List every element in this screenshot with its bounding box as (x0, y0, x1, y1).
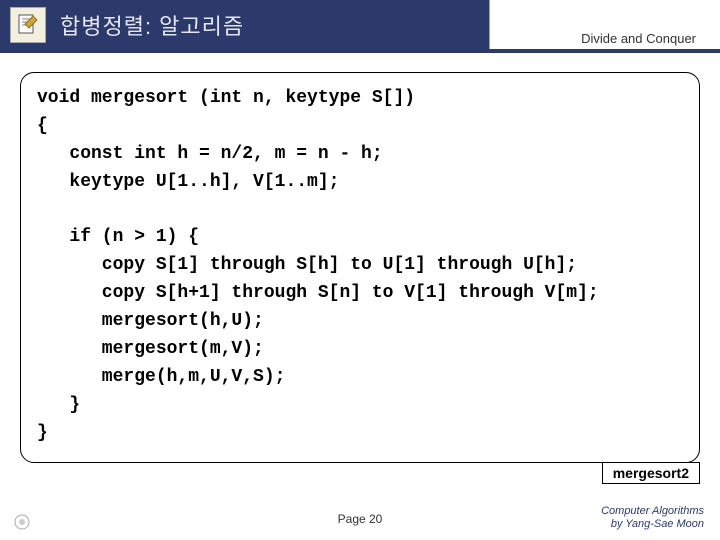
algorithm-tag: mergesort2 (602, 462, 700, 484)
page-number: Page 20 (338, 512, 383, 526)
slide-header: 합병정렬: 알고리즘 Divide and Conquer (0, 0, 720, 50)
credits: Computer Algorithms by Yang-Sae Moon (601, 505, 704, 533)
slide-title: 합병정렬: 알고리즘 (60, 9, 244, 41)
slide-subtitle: Divide and Conquer (581, 31, 696, 46)
credits-line-1: Computer Algorithms (601, 505, 704, 519)
slide-footer: Page 20 Computer Algorithms by Yang-Sae … (0, 498, 720, 534)
credits-line-2: by Yang-Sae Moon (601, 518, 704, 532)
university-logo (14, 514, 34, 530)
notebook-icon (10, 7, 46, 43)
code-block: void mergesort (int n, keytype S[]) { co… (20, 72, 700, 463)
